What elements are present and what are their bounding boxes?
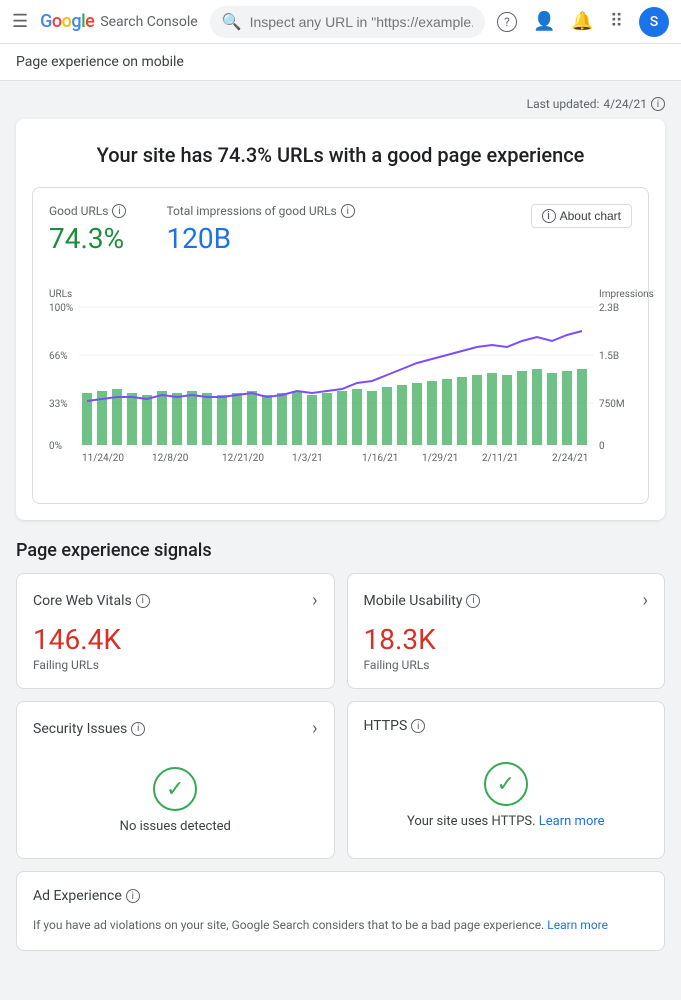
chart-card: Good URLs i 74.3% Total impressions of g… — [32, 187, 649, 504]
good-urls-value: 74.3% — [49, 222, 126, 255]
si-chevron-icon: › — [312, 718, 317, 739]
svg-text:750M: 750M — [599, 399, 625, 410]
logo-g: G — [40, 11, 52, 32]
svg-text:1/3/21: 1/3/21 — [292, 453, 323, 464]
header: ☰ Google Search Console 🔍 ? 👤 🔔 ⠿ S — [0, 0, 681, 44]
svg-text:0: 0 — [599, 441, 605, 452]
chart-area: URLs 100% 66% 33% 0% 2.3B 1.5B 750M 0 Im… — [49, 283, 632, 487]
main-content: Last updated: 4/24/21 i Your site has 74… — [0, 81, 681, 967]
hero-title: Your site has 74.3% URLs with a good pag… — [32, 143, 649, 167]
last-updated-bar: Last updated: 4/24/21 i — [16, 97, 665, 111]
https-text: Your site uses HTTPS. Learn more — [364, 814, 649, 829]
mobile-usability-title: Mobile Usability i — [364, 593, 481, 609]
https-check-icon: ✓ — [484, 762, 528, 806]
core-web-vitals-card[interactable]: Core Web Vitals i › 146.4K Failing URLs — [16, 573, 335, 689]
https-card[interactable]: HTTPS i ✓ Your site uses HTTPS. Learn mo… — [347, 701, 666, 859]
avatar[interactable]: S — [639, 7, 669, 37]
svg-text:12/8/20: 12/8/20 — [152, 453, 189, 464]
security-issues-card[interactable]: Security Issues i › ✓ No issues detected — [16, 701, 335, 859]
ad-info-icon[interactable]: i — [126, 889, 140, 903]
https-learn-more-link[interactable]: Learn more — [539, 814, 605, 829]
bar-chart — [82, 369, 587, 445]
about-chart-button[interactable]: i About chart — [531, 204, 632, 228]
logo-g2: g — [71, 11, 81, 32]
https-info-icon[interactable]: i — [411, 719, 425, 733]
svg-text:2/11/21: 2/11/21 — [482, 453, 518, 464]
hero-section: Your site has 74.3% URLs with a good pag… — [16, 119, 665, 520]
svg-text:12/21/20: 12/21/20 — [222, 453, 264, 464]
svg-text:1.5B: 1.5B — [599, 351, 619, 362]
logo-o1: o — [52, 11, 62, 32]
svg-text:URLs: URLs — [49, 289, 72, 300]
last-updated-label: Last updated: — [527, 97, 600, 111]
good-urls-info-icon[interactable]: i — [112, 204, 126, 218]
logo-e: e — [85, 11, 94, 32]
search-bar[interactable]: 🔍 — [210, 6, 485, 38]
svg-text:2.3B: 2.3B — [599, 303, 619, 314]
ad-learn-more-link[interactable]: Learn more — [547, 918, 608, 932]
mu-failing-label: Failing URLs — [364, 658, 649, 672]
svg-text:2/24/21: 2/24/21 — [552, 453, 588, 464]
signals-grid: Core Web Vitals i › 146.4K Failing URLs … — [16, 573, 665, 951]
app-name: Search Console — [100, 14, 197, 30]
impressions-value: 120B — [166, 222, 354, 255]
impressions-metric: Total impressions of good URLs i 120B — [166, 204, 354, 255]
accounts-icon[interactable]: 👤 — [533, 11, 555, 32]
svg-text:33%: 33% — [49, 399, 68, 410]
about-chart-info-icon: i — [542, 209, 556, 223]
chart-metrics: Good URLs i 74.3% Total impressions of g… — [49, 204, 355, 255]
svg-text:100%: 100% — [49, 303, 73, 314]
svg-text:1/29/21: 1/29/21 — [422, 453, 458, 464]
help-icon[interactable]: ? — [497, 12, 517, 32]
security-ok-text: No issues detected — [33, 819, 318, 834]
impressions-info-icon[interactable]: i — [341, 204, 355, 218]
mu-info-icon[interactable]: i — [466, 594, 480, 608]
search-input[interactable] — [250, 14, 473, 30]
good-urls-metric: Good URLs i 74.3% — [49, 204, 126, 255]
signals-title: Page experience signals — [16, 540, 665, 561]
menu-icon[interactable]: ☰ — [12, 11, 28, 32]
ad-experience-card[interactable]: Ad Experience i If you have ad violation… — [16, 871, 665, 951]
ad-experience-title: Ad Experience i — [33, 888, 140, 904]
last-updated-date: 4/24/21 — [603, 97, 647, 111]
apps-icon[interactable]: ⠿ — [610, 11, 623, 32]
notifications-icon[interactable]: 🔔 — [571, 11, 593, 32]
security-issues-title: Security Issues i — [33, 721, 145, 737]
si-info-icon[interactable]: i — [131, 722, 145, 736]
header-logo: Google Search Console — [40, 11, 198, 32]
cwv-failing-value: 146.4K — [33, 623, 318, 656]
https-ok-section: ✓ Your site uses HTTPS. Learn more — [364, 746, 649, 837]
svg-text:11/24/20: 11/24/20 — [82, 453, 124, 464]
core-web-vitals-title: Core Web Vitals i — [33, 593, 150, 609]
last-updated-info-icon[interactable]: i — [651, 97, 665, 111]
logo-o2: o — [62, 11, 72, 32]
header-icons: ? 👤 🔔 ⠿ S — [497, 7, 669, 37]
https-title: HTTPS i — [364, 718, 426, 734]
svg-text:Impressions: Impressions — [599, 289, 654, 300]
security-check-icon: ✓ — [153, 767, 197, 811]
cwv-chevron-icon: › — [312, 590, 317, 611]
security-ok-section: ✓ No issues detected — [33, 751, 318, 842]
svg-text:0%: 0% — [49, 441, 62, 452]
chart-svg: URLs 100% 66% 33% 0% 2.3B 1.5B 750M 0 Im… — [49, 283, 629, 483]
cwv-failing-label: Failing URLs — [33, 658, 318, 672]
svg-text:1/16/21: 1/16/21 — [362, 453, 398, 464]
cwv-info-icon[interactable]: i — [136, 594, 150, 608]
ad-experience-desc: If you have ad violations on your site, … — [33, 916, 648, 934]
mu-failing-value: 18.3K — [364, 623, 649, 656]
breadcrumb: Page experience on mobile — [0, 44, 681, 81]
search-icon: 🔍 — [222, 12, 242, 31]
mu-chevron-icon: › — [643, 590, 648, 611]
mobile-usability-card[interactable]: Mobile Usability i › 18.3K Failing URLs — [347, 573, 666, 689]
svg-text:66%: 66% — [49, 351, 68, 362]
